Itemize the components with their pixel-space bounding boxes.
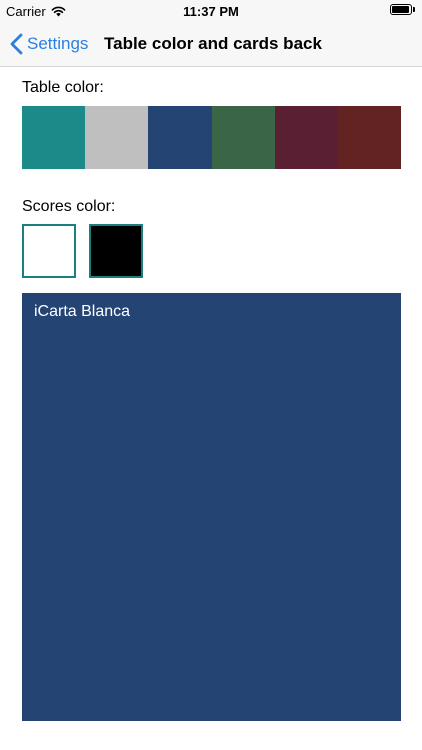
- back-button-label: Settings: [27, 34, 89, 53]
- table-color-swatch-navy[interactable]: [148, 106, 212, 169]
- table-color-swatch-gray[interactable]: [85, 106, 149, 169]
- table-color-label: Table color:: [22, 79, 104, 96]
- back-button[interactable]: Settings: [10, 22, 88, 66]
- scores-color-label: Scores color:: [22, 198, 116, 215]
- navigation-bar: Settings Table color and cards back: [0, 22, 422, 67]
- table-color-swatch-maroon[interactable]: [337, 106, 402, 169]
- table-color-swatch-burgundy[interactable]: [274, 106, 338, 169]
- page-title: Table color and cards back: [104, 34, 322, 53]
- chevron-left-icon: [10, 33, 23, 55]
- clock: 11:37 PM: [183, 4, 239, 19]
- scores-color-white[interactable]: [22, 224, 76, 278]
- table-color-swatches: [22, 106, 402, 169]
- status-bar: Carrier 11:37 PM: [0, 0, 422, 22]
- table-color-swatch-teal[interactable]: [22, 106, 86, 169]
- table-color-swatch-green[interactable]: [211, 106, 275, 169]
- scores-color-black[interactable]: [89, 224, 143, 278]
- preview-title: iCarta Blanca: [34, 303, 131, 320]
- table-preview: iCarta Blanca: [22, 293, 401, 721]
- battery-icon: [390, 4, 416, 16]
